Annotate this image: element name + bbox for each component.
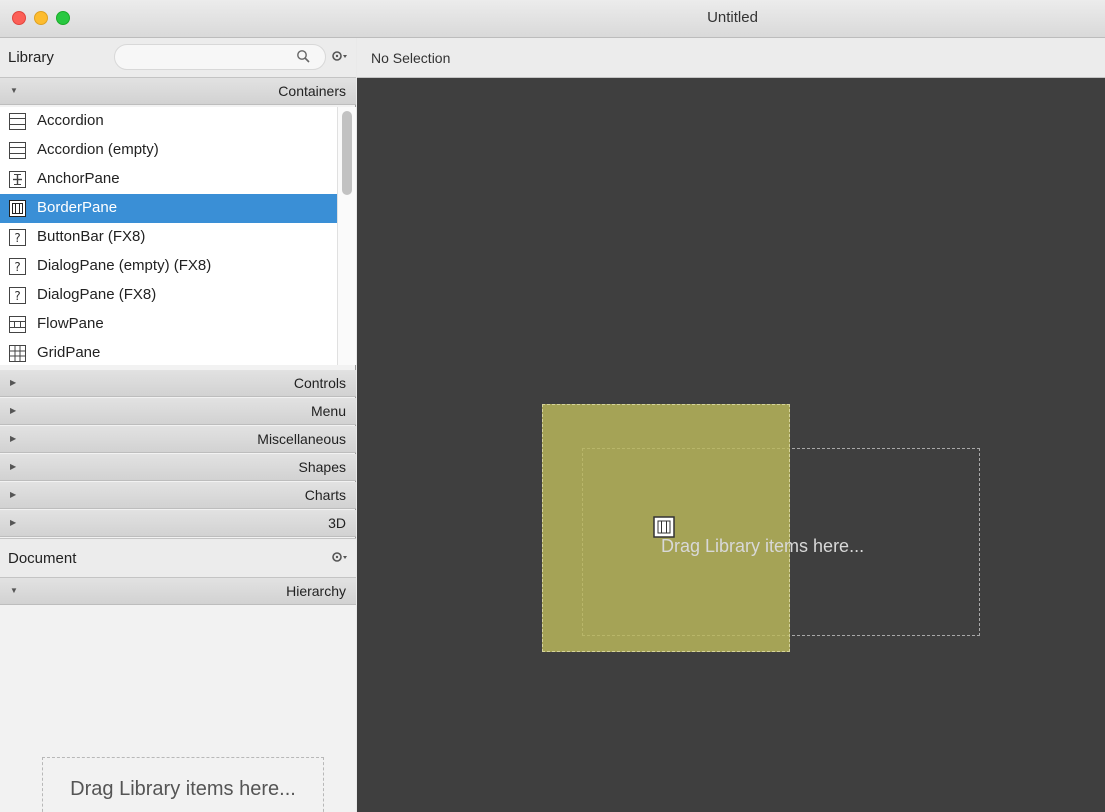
library-item[interactable]: Accordion	[0, 107, 337, 136]
left-panel: Library ▼ Containers Accordion Accordion…	[0, 38, 356, 812]
svg-text:?: ?	[14, 260, 20, 274]
question-icon: ?	[9, 229, 26, 246]
scrollbar-thumb[interactable]	[342, 111, 352, 195]
section-charts[interactable]: ▶ Charts	[0, 482, 356, 509]
library-item-list: Accordion Accordion (empty) AnchorPane B…	[0, 107, 337, 365]
library-item-selected[interactable]: BorderPane	[0, 194, 337, 223]
section-controls[interactable]: ▶ Controls	[0, 370, 356, 397]
library-search-input[interactable]	[114, 44, 326, 70]
grid-pane-icon	[9, 345, 26, 362]
section-miscellaneous[interactable]: ▶ Miscellaneous	[0, 426, 356, 453]
expand-triangle-icon: ▶	[10, 434, 17, 443]
library-gear-icon[interactable]	[330, 48, 348, 64]
close-window-button[interactable]	[12, 11, 26, 25]
expand-triangle-icon: ▶	[10, 406, 17, 415]
library-item[interactable]: AnchorPane	[0, 165, 337, 194]
document-gear-icon[interactable]	[330, 549, 348, 565]
collapse-triangle-icon: ▼	[10, 86, 18, 95]
expand-triangle-icon: ▶	[10, 490, 17, 499]
window-title: Untitled	[707, 9, 758, 26]
section-3d[interactable]: ▶ 3D	[0, 510, 356, 537]
canvas-drop-hint: Drag Library items here...	[661, 536, 865, 556]
anchor-pane-icon	[9, 171, 26, 188]
document-header: Document	[0, 538, 356, 578]
hierarchy-drop-zone[interactable]: Drag Library items here...	[42, 757, 324, 812]
library-item[interactable]: ? DialogPane (FX8)	[0, 281, 337, 310]
library-item[interactable]: FlowPane	[0, 310, 337, 339]
design-canvas[interactable]: Drag Library items here...	[357, 78, 1105, 812]
section-containers[interactable]: ▼ Containers	[0, 78, 356, 105]
title-bar: Untitled	[0, 0, 1105, 38]
border-pane-drag-icon	[653, 516, 675, 538]
selection-bar: No Selection	[357, 38, 1105, 78]
library-item[interactable]: GridPane	[0, 339, 337, 365]
section-shapes[interactable]: ▶ Shapes	[0, 454, 356, 481]
zoom-window-button[interactable]	[56, 11, 70, 25]
section-hierarchy[interactable]: ▼ Hierarchy	[0, 578, 356, 605]
document-title: Document	[8, 550, 77, 567]
section-menu[interactable]: ▶ Menu	[0, 398, 356, 425]
question-icon: ?	[9, 287, 26, 304]
library-scrollbar[interactable]	[337, 107, 356, 365]
flow-pane-icon	[9, 316, 26, 333]
library-item[interactable]: ? ButtonBar (FX8)	[0, 223, 337, 252]
accordion-icon	[9, 142, 26, 159]
accordion-icon	[9, 113, 26, 130]
svg-text:?: ?	[14, 231, 20, 245]
selection-status: No Selection	[371, 50, 451, 66]
library-title: Library	[8, 49, 54, 66]
question-icon: ?	[9, 258, 26, 275]
library-item[interactable]: Accordion (empty)	[0, 136, 337, 165]
library-item[interactable]: ? DialogPane (empty) (FX8)	[0, 252, 337, 281]
minimize-window-button[interactable]	[34, 11, 48, 25]
svg-text:?: ?	[14, 289, 20, 303]
library-header: Library	[0, 38, 356, 78]
expand-triangle-icon: ▶	[10, 462, 17, 471]
search-icon[interactable]	[296, 49, 310, 63]
collapse-triangle-icon: ▼	[10, 586, 18, 595]
border-pane-icon	[9, 200, 26, 217]
expand-triangle-icon: ▶	[10, 518, 17, 527]
expand-triangle-icon: ▶	[10, 378, 17, 387]
